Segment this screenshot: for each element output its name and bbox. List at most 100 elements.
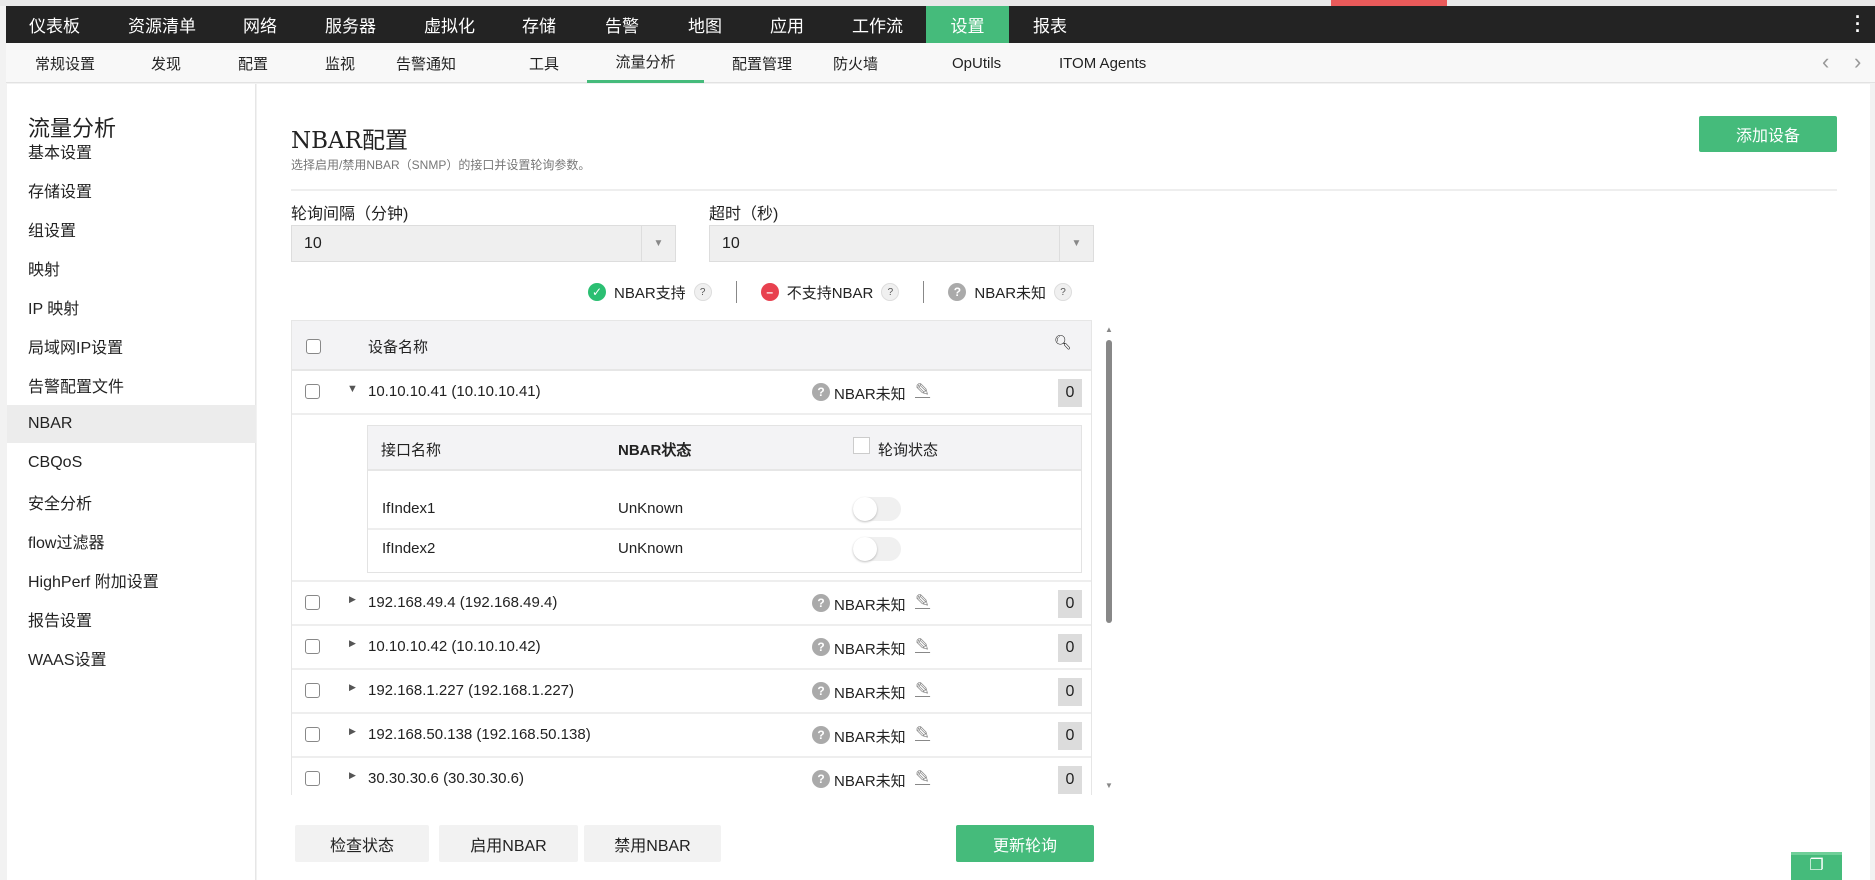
caret-right-icon[interactable]: ▶ bbox=[349, 594, 356, 605]
nav-settings[interactable]: 设置 bbox=[926, 6, 1009, 43]
row-checkbox[interactable] bbox=[305, 727, 320, 742]
update-polling-button[interactable]: 更新轮询 bbox=[956, 825, 1094, 862]
legend-unsupported: 不支持NBAR bbox=[786, 284, 874, 302]
caret-right-icon[interactable]: ▶ bbox=[349, 638, 356, 649]
nav-alarms[interactable]: 告警 bbox=[605, 6, 639, 43]
sidebar-item[interactable]: 局域网IP设置 bbox=[7, 327, 256, 365]
caret-down-icon[interactable]: ▼ bbox=[347, 383, 358, 395]
edit-icon[interactable]: ✎ bbox=[915, 679, 930, 700]
sidebar-item[interactable]: 映射 bbox=[7, 249, 256, 287]
device-name[interactable]: 10.10.10.41 (10.10.10.41) bbox=[368, 383, 541, 400]
subnav-notifications[interactable]: 告警通知 bbox=[396, 43, 456, 83]
table-row[interactable]: ▶ 30.30.30.6 (30.30.30.6)? NBAR未知 ✎ 0 bbox=[292, 758, 1091, 795]
enable-nbar-button[interactable]: 启用NBAR bbox=[439, 825, 578, 862]
nav-virtualization[interactable]: 虚拟化 bbox=[424, 6, 475, 43]
row-checkbox[interactable] bbox=[305, 639, 320, 654]
table-row[interactable]: ▼ 10.10.10.41 (10.10.10.41)? NBAR未知 ✎ 0 bbox=[292, 371, 1091, 415]
row-checkbox[interactable] bbox=[305, 683, 320, 698]
device-name[interactable]: 30.30.30.6 (30.30.30.6) bbox=[368, 770, 524, 787]
table-row[interactable]: ▶ 10.10.10.42 (10.10.10.42)? NBAR未知 ✎ 0 bbox=[292, 626, 1091, 670]
nav-maps[interactable]: 地图 bbox=[688, 6, 722, 43]
check-status-button[interactable]: 检查状态 bbox=[295, 825, 429, 862]
subnav-config[interactable]: 配置 bbox=[238, 43, 268, 83]
sidebar-item[interactable]: 安全分析 bbox=[7, 483, 256, 521]
device-name[interactable]: 192.168.50.138 (192.168.50.138) bbox=[368, 726, 591, 743]
subnav-config-mgmt[interactable]: 配置管理 bbox=[732, 43, 792, 83]
caret-right-icon[interactable]: ▶ bbox=[349, 726, 356, 737]
device-name[interactable]: 192.168.1.227 (192.168.1.227) bbox=[368, 682, 574, 699]
poll-all-checkbox[interactable] bbox=[853, 437, 870, 454]
edit-icon[interactable]: ✎ bbox=[915, 767, 930, 788]
help-icon[interactable]: ? bbox=[881, 283, 900, 301]
nav-dashboard[interactable]: 仪表板 bbox=[29, 6, 80, 43]
caret-right-icon[interactable]: ▶ bbox=[349, 682, 356, 693]
device-name[interactable]: 10.10.10.42 (10.10.10.42) bbox=[368, 638, 541, 655]
nav-storage[interactable]: 存储 bbox=[522, 6, 556, 43]
select-all-checkbox[interactable] bbox=[306, 339, 321, 354]
scroll-down-icon[interactable]: ▼ bbox=[1105, 781, 1113, 790]
sidebar-item[interactable]: NBAR bbox=[7, 405, 256, 443]
chevron-left-icon[interactable]: ‹ bbox=[1822, 49, 1829, 75]
nav-network[interactable]: 网络 bbox=[243, 6, 277, 43]
edit-icon[interactable]: ✎ bbox=[915, 380, 930, 401]
scrollbar-thumb[interactable] bbox=[1106, 340, 1112, 623]
help-icon[interactable]: ? bbox=[1054, 283, 1073, 301]
table-row[interactable]: ▶ 192.168.50.138 (192.168.50.138)? NBAR未知 ✎… bbox=[292, 714, 1091, 758]
edit-icon[interactable]: ✎ bbox=[915, 635, 930, 656]
minus-circle-icon: – bbox=[760, 283, 779, 301]
chevron-right-icon[interactable]: › bbox=[1854, 49, 1861, 75]
scroll-up-icon[interactable]: ▲ bbox=[1105, 325, 1113, 334]
sidebar-item[interactable]: 报告设置 bbox=[7, 600, 256, 638]
subnav-itom-agents[interactable]: ITOM Agents bbox=[1059, 43, 1146, 83]
sidebar-item[interactable]: 基本设置 bbox=[7, 132, 256, 170]
sidebar-item[interactable]: WAAS设置 bbox=[7, 639, 256, 677]
timeout-label: 超时（秒) bbox=[709, 206, 779, 223]
subnav-monitoring[interactable]: 监视 bbox=[325, 43, 355, 83]
edit-icon[interactable]: ✎ bbox=[915, 591, 930, 612]
sidebar-item[interactable]: flow过滤器 bbox=[7, 522, 256, 560]
sidebar-item[interactable]: HighPerf 附加设置 bbox=[7, 561, 256, 599]
table-scrollbar[interactable]: ▲ ▼ bbox=[1103, 325, 1115, 790]
poll-toggle[interactable] bbox=[853, 537, 901, 561]
timeout-select[interactable]: 10 ▼ bbox=[709, 225, 1094, 262]
question-circle-icon: ? bbox=[812, 638, 830, 656]
row-checkbox[interactable] bbox=[305, 384, 320, 399]
poll-interval-select[interactable]: 10 ▼ bbox=[291, 225, 676, 262]
subnav-discovery[interactable]: 发现 bbox=[151, 43, 181, 83]
add-device-button[interactable]: 添加设备 bbox=[1699, 116, 1837, 152]
poll-toggle[interactable] bbox=[853, 497, 901, 521]
nav-workflow[interactable]: 工作流 bbox=[852, 6, 903, 43]
more-menu-icon[interactable]: · · · bbox=[1855, 8, 1861, 40]
disable-nbar-button[interactable]: 禁用NBAR bbox=[584, 825, 721, 862]
sidebar-item[interactable]: 组设置 bbox=[7, 210, 256, 248]
subnav-oputils[interactable]: OpUtils bbox=[952, 43, 1001, 83]
interface-row: IfIndex2 UnKnown bbox=[368, 530, 1081, 572]
nav-inventory[interactable]: 资源清单 bbox=[128, 6, 196, 43]
subnav-firewall[interactable]: 防火墙 bbox=[833, 43, 878, 83]
subnav-flow-analysis[interactable]: 流量分析 bbox=[587, 43, 704, 83]
sidebar-item[interactable]: IP 映射 bbox=[7, 288, 256, 326]
sidebar-item[interactable]: 存储设置 bbox=[7, 171, 256, 209]
interface-count: 0 bbox=[1058, 634, 1082, 662]
interface-nbar-status: UnKnown bbox=[618, 500, 684, 517]
device-name[interactable]: 192.168.49.4 (192.168.49.4) bbox=[368, 594, 557, 611]
nav-reports[interactable]: 报表 bbox=[1033, 6, 1067, 43]
search-icon[interactable]: 🔍︎ bbox=[1054, 334, 1072, 351]
caret-right-icon[interactable]: ▶ bbox=[349, 770, 356, 781]
nav-apps[interactable]: 应用 bbox=[770, 6, 804, 43]
table-row[interactable]: ▶ 192.168.49.4 (192.168.49.4)? NBAR未知 ✎ 0 bbox=[292, 582, 1091, 626]
subnav-tools[interactable]: 工具 bbox=[529, 43, 559, 83]
sidebar-item[interactable]: 告警配置文件 bbox=[7, 366, 256, 404]
interface-row: IfIndex1 UnKnown bbox=[368, 473, 1081, 530]
chat-icon[interactable]: ❐ bbox=[1791, 852, 1842, 880]
table-row[interactable]: ▶ 192.168.1.227 (192.168.1.227)? NBAR未知 ✎ 0 bbox=[292, 670, 1091, 714]
row-checkbox[interactable] bbox=[305, 595, 320, 610]
row-checkbox[interactable] bbox=[305, 771, 320, 786]
subnav-general[interactable]: 常规设置 bbox=[35, 43, 95, 83]
nav-servers[interactable]: 服务器 bbox=[325, 6, 376, 43]
page-title: NBAR配置 bbox=[291, 128, 408, 154]
sidebar-item[interactable]: CBQoS bbox=[7, 444, 256, 482]
interface-count: 0 bbox=[1058, 590, 1082, 618]
help-icon[interactable]: ? bbox=[693, 283, 712, 301]
edit-icon[interactable]: ✎ bbox=[915, 723, 930, 744]
